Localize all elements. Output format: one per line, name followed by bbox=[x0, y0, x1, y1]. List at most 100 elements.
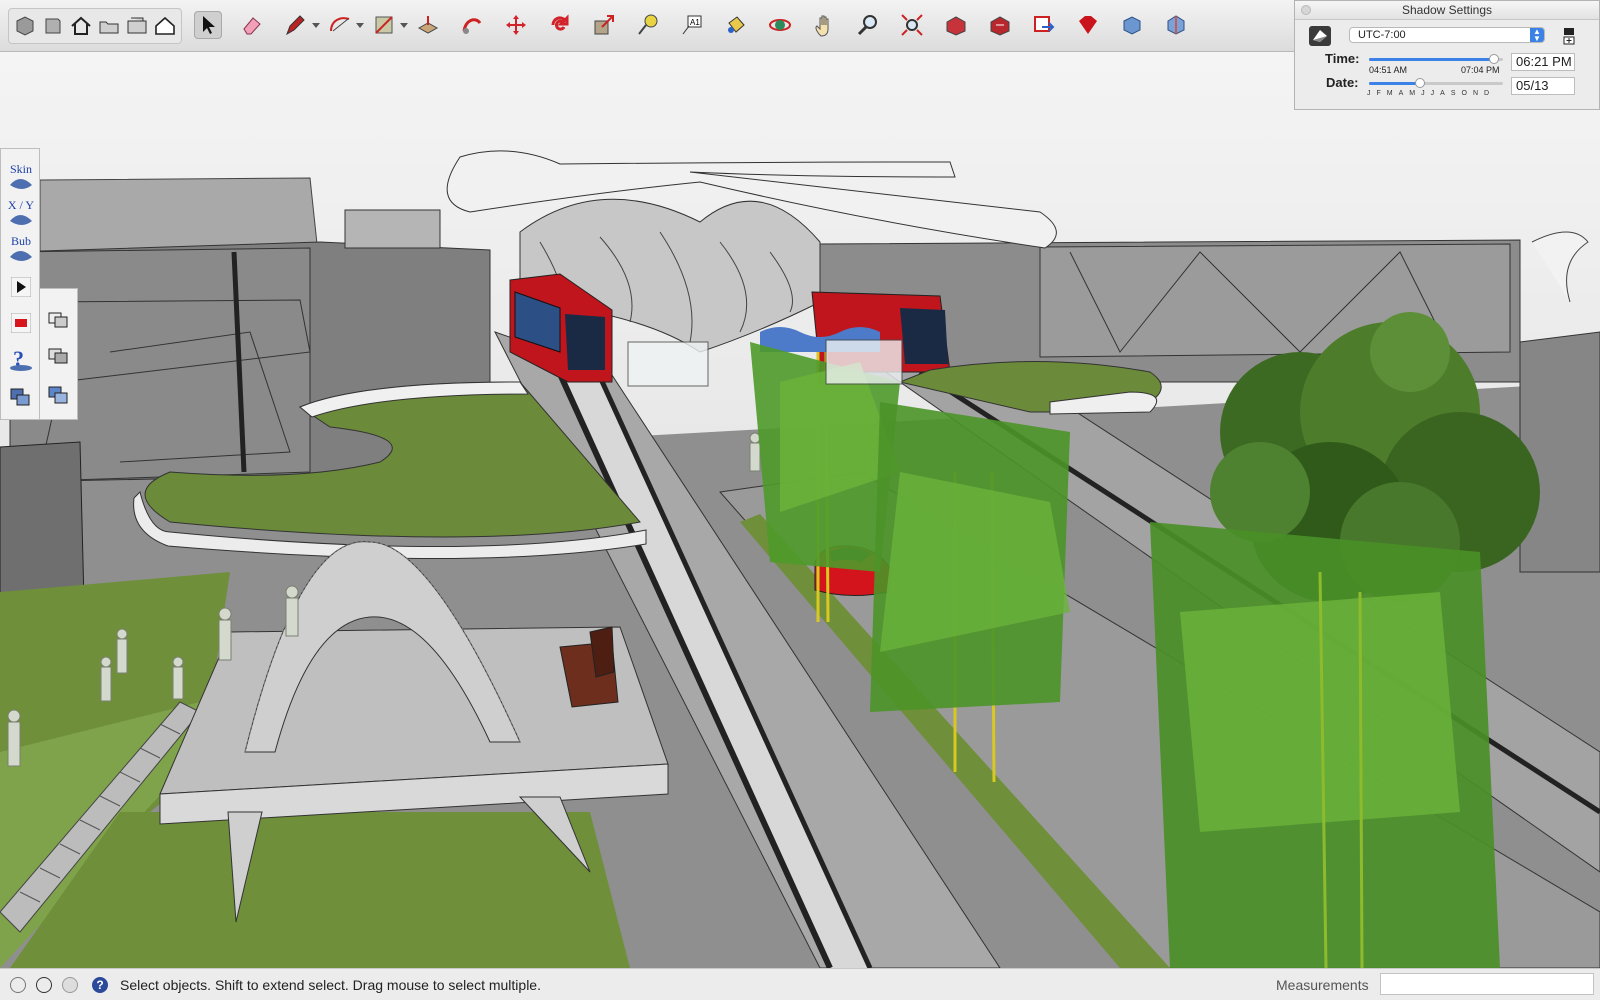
ruby-icon[interactable] bbox=[1074, 11, 1102, 39]
zoom-extents-icon[interactable] bbox=[898, 11, 926, 39]
month-tick: O bbox=[1461, 90, 1467, 97]
extension-warehouse-icon[interactable] bbox=[986, 11, 1014, 39]
home-view-icon[interactable] bbox=[69, 12, 93, 40]
layers-button[interactable] bbox=[5, 381, 37, 413]
date-slider-fill bbox=[1369, 82, 1419, 85]
3d-warehouse-icon[interactable] bbox=[942, 11, 970, 39]
help-icon: ? bbox=[10, 346, 32, 371]
shadows-toggle-button[interactable] bbox=[1309, 26, 1331, 46]
paste-view-button[interactable] bbox=[43, 341, 75, 373]
rotate-icon[interactable] bbox=[546, 11, 574, 39]
layers-icon bbox=[10, 388, 30, 406]
month-tick: M bbox=[1386, 90, 1393, 97]
sunrise-time: 04:51 AM bbox=[1369, 65, 1408, 75]
help-button[interactable]: ? bbox=[5, 343, 37, 375]
layout-icon[interactable] bbox=[1030, 11, 1058, 39]
select-icon[interactable] bbox=[194, 11, 222, 39]
month-ticks: J F M A M J J A S O N D bbox=[1367, 90, 1489, 97]
eraser-icon[interactable] bbox=[238, 11, 266, 39]
month-tick: J bbox=[1367, 90, 1371, 97]
user-account-icon[interactable] bbox=[62, 977, 78, 993]
xy-icon bbox=[10, 215, 32, 225]
export-view-button[interactable] bbox=[43, 379, 75, 411]
export-view-icon bbox=[48, 386, 68, 404]
expand-details-icon[interactable] bbox=[1563, 27, 1575, 45]
push-pull-icon[interactable] bbox=[414, 11, 442, 39]
chevron-down-icon[interactable] bbox=[400, 23, 408, 28]
save-icon[interactable] bbox=[125, 12, 149, 40]
scale-icon[interactable] bbox=[590, 11, 618, 39]
time-label: Time: bbox=[1325, 51, 1360, 66]
skin-label: Skin bbox=[9, 162, 32, 176]
date-slider[interactable] bbox=[1369, 78, 1503, 88]
month-tick: A bbox=[1440, 90, 1445, 97]
month-tick: M bbox=[1409, 90, 1416, 97]
time-slider-fill bbox=[1369, 58, 1493, 61]
pan-icon[interactable] bbox=[810, 11, 838, 39]
text-icon[interactable]: A1 bbox=[678, 11, 706, 39]
bub-label: Bub bbox=[10, 234, 31, 248]
month-tick: N bbox=[1472, 90, 1478, 97]
instructor-help-icon[interactable]: ? bbox=[92, 977, 108, 993]
month-tick: D bbox=[1484, 90, 1490, 97]
measurements-label: Measurements bbox=[1276, 977, 1369, 993]
follow-me-icon[interactable] bbox=[458, 11, 486, 39]
month-tick: J bbox=[1421, 90, 1425, 97]
xy-button[interactable]: X / Y bbox=[5, 199, 37, 231]
chevron-down-icon[interactable] bbox=[356, 23, 364, 28]
chevron-down-icon[interactable] bbox=[312, 23, 320, 28]
paste-view-icon bbox=[48, 348, 68, 364]
warehouse-icon[interactable] bbox=[41, 12, 65, 40]
orbit-icon[interactable] bbox=[766, 11, 794, 39]
rectangle-icon[interactable] bbox=[370, 11, 408, 39]
bub-button[interactable]: Bub bbox=[5, 235, 37, 267]
chevron-updown-icon: ▲ ▼ bbox=[1530, 28, 1544, 43]
skin-icon bbox=[10, 179, 32, 189]
getting-started-icon[interactable] bbox=[13, 12, 37, 40]
sunset-time: 07:04 PM bbox=[1461, 65, 1500, 75]
date-label: Date: bbox=[1326, 75, 1359, 90]
bub-icon bbox=[10, 251, 32, 261]
paint-bucket-icon[interactable] bbox=[722, 11, 750, 39]
zoom-icon[interactable] bbox=[854, 11, 882, 39]
month-tick: S bbox=[1450, 90, 1456, 97]
tape-measure-icon[interactable] bbox=[634, 11, 662, 39]
month-tick: F bbox=[1376, 90, 1381, 97]
status-bar: ? Select objects. Shift to extend select… bbox=[0, 968, 1600, 1000]
house-outline-icon[interactable] bbox=[153, 12, 177, 40]
plugin-palette-secondary bbox=[40, 288, 78, 420]
copy-view-button[interactable] bbox=[43, 305, 75, 337]
panel-title: Shadow Settings bbox=[1295, 1, 1599, 20]
arc-icon[interactable] bbox=[326, 11, 364, 39]
date-field[interactable]: 05/13 bbox=[1511, 77, 1575, 95]
play-icon bbox=[11, 277, 31, 297]
file-toolbar-group bbox=[8, 8, 182, 44]
copy-view-icon bbox=[48, 312, 68, 328]
time-slider[interactable] bbox=[1369, 54, 1503, 64]
open-folder-icon[interactable] bbox=[97, 12, 121, 40]
month-tick: A bbox=[1398, 90, 1404, 97]
month-tick: J bbox=[1430, 90, 1435, 97]
geo-location-icon[interactable] bbox=[10, 977, 26, 993]
timezone-select[interactable]: UTC-7:00 ▲ ▼ bbox=[1349, 27, 1545, 43]
component-icon[interactable] bbox=[1118, 11, 1146, 39]
date-slider-knob[interactable] bbox=[1415, 78, 1425, 88]
shadow-icon bbox=[1313, 30, 1327, 42]
svg-text:A1: A1 bbox=[690, 18, 700, 27]
pencil-icon[interactable] bbox=[282, 11, 320, 39]
close-button[interactable] bbox=[1301, 5, 1311, 15]
credits-icon[interactable] bbox=[36, 977, 52, 993]
time-field[interactable]: 06:21 PM bbox=[1511, 53, 1575, 71]
drawing-toolbar-group: A1 bbox=[186, 8, 1198, 42]
skin-button[interactable]: Skin bbox=[5, 163, 37, 195]
style-icon[interactable] bbox=[1162, 11, 1190, 39]
model-viewport[interactable] bbox=[0, 52, 1600, 968]
stop-button[interactable] bbox=[5, 307, 37, 339]
play-button[interactable] bbox=[5, 271, 37, 303]
move-icon[interactable] bbox=[502, 11, 530, 39]
status-message: Select objects. Shift to extend select. … bbox=[120, 977, 541, 993]
measurements-field[interactable] bbox=[1380, 973, 1594, 995]
time-slider-knob[interactable] bbox=[1489, 54, 1499, 64]
timezone-value: UTC-7:00 bbox=[1358, 29, 1406, 41]
scene-drawing bbox=[0, 52, 1600, 968]
